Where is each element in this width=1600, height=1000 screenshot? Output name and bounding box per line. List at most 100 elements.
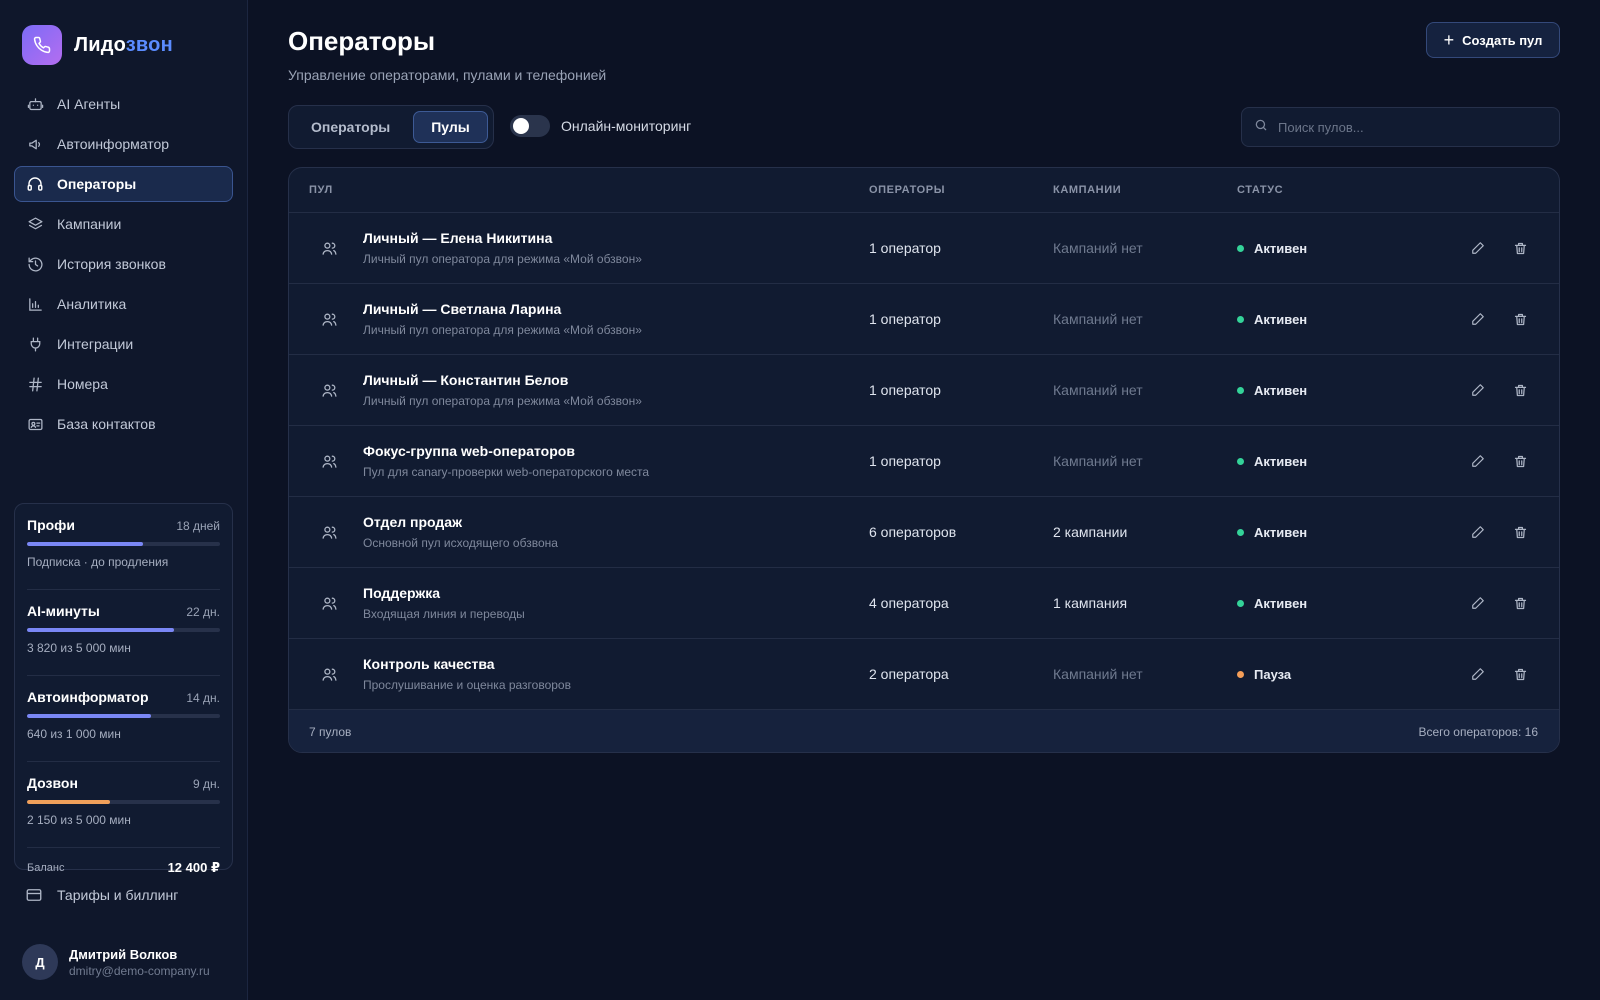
headset-icon (26, 175, 44, 193)
sidebar-item-label: База контактов (57, 416, 156, 432)
trash-icon[interactable] (1511, 594, 1529, 612)
sidebar-item-call-history[interactable]: История звонков (14, 246, 233, 282)
sidebar-item-numbers[interactable]: Номера (14, 366, 233, 402)
plan-block-subscription: Профи 18 дней Подписка · до продления (27, 504, 220, 590)
status-badge: Активен (1237, 525, 1437, 540)
edit-icon[interactable] (1469, 665, 1487, 683)
page-title: Операторы (288, 26, 436, 56)
balance-label: Баланс (27, 862, 65, 874)
sidebar-item-campaigns[interactable]: Кампании (14, 206, 233, 242)
sidebar-item-ai-agents[interactable]: AI Агенты (14, 86, 233, 122)
progress-bar (27, 628, 220, 632)
trash-icon[interactable] (1511, 381, 1529, 399)
plan-sub: 3 820 из 5 000 мин (27, 641, 131, 655)
sidebar-item-operators[interactable]: Операторы (14, 166, 233, 202)
progress-bar (27, 800, 220, 804)
table-row[interactable]: Личный — Константин Белов Личный пул опе… (289, 355, 1559, 426)
campaign-count: Кампаний нет (1053, 240, 1143, 256)
sidebar-item-label: Кампании (57, 216, 122, 232)
edit-icon[interactable] (1469, 452, 1487, 470)
pool-description: Основной пул исходящего обзвона (363, 536, 558, 550)
sidebar-item-integrations[interactable]: Интеграции (14, 326, 233, 362)
operator-count: 1 оператор (869, 311, 941, 327)
trash-icon[interactable] (1511, 310, 1529, 328)
monitoring-toggle-group: Онлайн-мониторинг (510, 115, 691, 137)
search-input[interactable] (1278, 119, 1538, 135)
edit-icon[interactable] (1469, 239, 1487, 257)
table-row[interactable]: Фокус-группа web-операторов Пул для cana… (289, 426, 1559, 497)
tab-pools[interactable]: Пулы (413, 111, 488, 143)
sidebar-item-analytics[interactable]: Аналитика (14, 286, 233, 322)
table-row[interactable]: Поддержка Входящая линия и переводы 4 оп… (289, 568, 1559, 639)
sidebar-item-autoinformer[interactable]: Автоинформатор (14, 126, 233, 162)
status-dot (1237, 599, 1244, 607)
plus-icon: + (1443, 30, 1455, 50)
operator-count: 1 оператор (869, 382, 941, 398)
toggle-knob (513, 118, 529, 134)
status-badge: Активен (1237, 596, 1437, 611)
edit-icon[interactable] (1469, 523, 1487, 541)
trash-icon[interactable] (1511, 452, 1529, 470)
status-dot (1237, 457, 1244, 465)
layers-icon (26, 215, 44, 233)
pool-description: Личный пул оператора для режима «Мой обз… (363, 323, 642, 337)
operator-count: 4 оператора (869, 595, 949, 611)
table-row[interactable]: Личный — Елена Никитина Личный пул опера… (289, 213, 1559, 284)
edit-icon[interactable] (1469, 310, 1487, 328)
pool-description: Личный пул оператора для режима «Мой обз… (363, 252, 642, 266)
campaign-count: Кампаний нет (1053, 453, 1143, 469)
table-header: ПУЛ ОПЕРАТОРЫ КАМПАНИИ СТАТУС (289, 168, 1559, 213)
column-header-status: СТАТУС (1237, 184, 1284, 196)
status-badge: Пауза (1237, 667, 1437, 682)
pool-description: Пул для canary-проверки web-операторског… (363, 465, 650, 479)
pool-name: Фокус-группа web-операторов (363, 443, 575, 459)
status-label: Пауза (1254, 666, 1292, 682)
trash-icon[interactable] (1511, 523, 1529, 541)
plan-days: 18 дней (176, 519, 220, 533)
robot-icon (26, 95, 44, 113)
progress-fill (27, 800, 110, 804)
status-dot (1237, 244, 1244, 252)
bar-chart-icon (26, 295, 44, 313)
credit-card-icon (25, 886, 43, 904)
logo[interactable]: Лидозвон (22, 25, 173, 65)
history-icon (26, 255, 44, 273)
edit-icon[interactable] (1469, 381, 1487, 399)
pool-name: Личный — Светлана Ларина (363, 301, 562, 317)
edit-icon[interactable] (1469, 594, 1487, 612)
page-subtitle: Управление операторами, пулами и телефон… (288, 67, 607, 83)
campaign-count: Кампаний нет (1053, 311, 1143, 327)
operator-count: 1 оператор (869, 453, 941, 469)
pool-name: Контроль качества (363, 656, 495, 672)
tab-operators[interactable]: Операторы (294, 111, 407, 143)
monitoring-label: Онлайн-мониторинг (561, 118, 692, 134)
operator-count: 1 оператор (869, 240, 941, 256)
hash-icon (26, 375, 44, 393)
pool-name: Личный — Елена Никитина (363, 230, 553, 246)
progress-bar (27, 542, 220, 546)
status-label: Активен (1254, 453, 1308, 469)
table-row[interactable]: Отдел продаж Основной пул исходящего обз… (289, 497, 1559, 568)
billing-link[interactable]: Тарифы и биллинг (25, 886, 178, 904)
sidebar: Лидозвон AI Агенты Автоинформатор Операт… (0, 0, 248, 1000)
users-icon (319, 309, 339, 329)
create-pool-label: Создать пул (1462, 32, 1543, 48)
users-icon (319, 380, 339, 400)
status-badge: Активен (1237, 241, 1437, 256)
trash-icon[interactable] (1511, 239, 1529, 257)
table-body: Личный — Елена Никитина Личный пул опера… (289, 213, 1559, 710)
trash-icon[interactable] (1511, 665, 1529, 683)
app-name: Лидозвон (74, 33, 173, 56)
monitoring-toggle[interactable] (510, 115, 550, 137)
create-pool-button[interactable]: + Создать пул (1426, 22, 1560, 58)
pool-description: Прослушивание и оценка разговоров (363, 678, 571, 692)
status-label: Активен (1254, 524, 1308, 540)
plan-days: 9 дн. (193, 777, 220, 791)
plan-sub: 2 150 из 5 000 мин (27, 813, 131, 827)
table-row[interactable]: Контроль качества Прослушивание и оценка… (289, 639, 1559, 710)
users-icon (319, 451, 339, 471)
user-profile[interactable]: Д Дмитрий Волков dmitry@demo-company.ru (22, 944, 210, 980)
sidebar-item-contacts[interactable]: База контактов (14, 406, 233, 442)
table-row[interactable]: Личный — Светлана Ларина Личный пул опер… (289, 284, 1559, 355)
plug-icon (26, 335, 44, 353)
